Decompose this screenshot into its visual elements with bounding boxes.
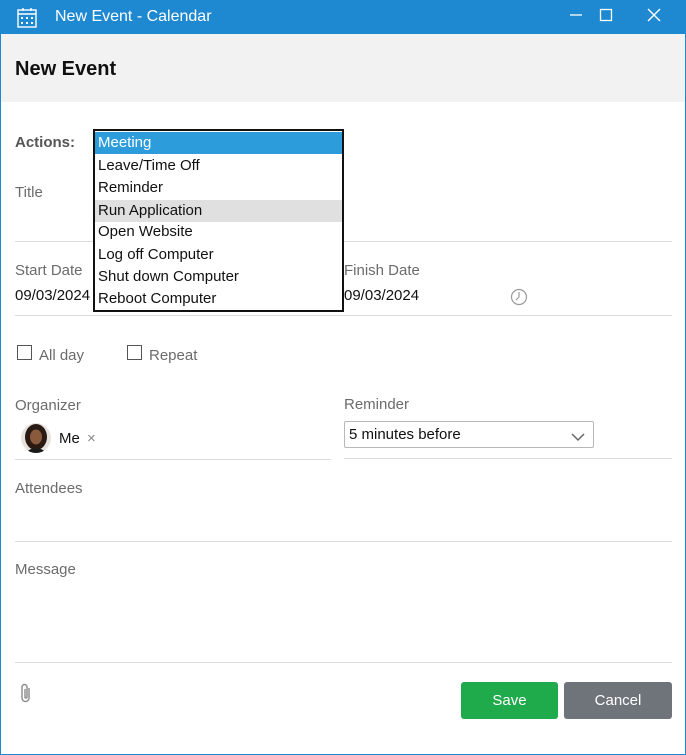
maximize-icon — [599, 8, 613, 27]
action-option-log-off[interactable]: Log off Computer — [95, 244, 342, 266]
action-option-reboot[interactable]: Reboot Computer — [95, 288, 342, 310]
page-title: New Event — [15, 58, 117, 80]
organizer-label: Organizer — [15, 397, 81, 414]
organizer-name: Me — [59, 430, 80, 447]
action-option-run-application[interactable]: Run Application — [95, 200, 342, 222]
actions-dropdown-list[interactable]: Meeting Leave/Time Off Reminder Run Appl… — [93, 129, 344, 312]
cancel-button[interactable]: Cancel — [564, 682, 672, 719]
close-button[interactable] — [632, 1, 676, 34]
chevron-down-icon — [571, 429, 585, 447]
message-underline[interactable] — [15, 662, 672, 663]
reminder-label: Reminder — [344, 396, 410, 413]
new-event-window: New Event - Calendar New Event Actions: … — [0, 0, 686, 755]
paperclip-icon[interactable] — [19, 682, 33, 709]
reminder-underline — [344, 458, 672, 459]
title-label: Title — [15, 184, 43, 201]
save-button[interactable]: Save — [461, 682, 558, 719]
start-date-value[interactable]: 09/03/2024 — [15, 287, 90, 304]
finish-date-value[interactable]: 09/03/2024 — [344, 287, 419, 304]
reminder-select[interactable]: 5 minutes before — [344, 421, 594, 448]
organizer-underline — [15, 459, 331, 460]
action-option-reminder[interactable]: Reminder — [95, 177, 342, 199]
avatar — [21, 423, 51, 453]
repeat-checkbox[interactable] — [127, 345, 142, 360]
finish-date-label: Finish Date — [344, 262, 420, 279]
dates-divider — [15, 315, 672, 316]
action-option-shut-down[interactable]: Shut down Computer — [95, 266, 342, 288]
minimize-icon — [569, 8, 583, 27]
close-icon — [647, 8, 661, 27]
actions-label: Actions: — [15, 134, 75, 151]
reminder-value: 5 minutes before — [349, 426, 461, 443]
action-option-leave[interactable]: Leave/Time Off — [95, 155, 342, 177]
attendees-label: Attendees — [15, 480, 83, 497]
remove-organizer-button[interactable]: × — [87, 430, 96, 447]
start-date-label: Start Date — [15, 262, 83, 279]
attendees-underline[interactable] — [15, 541, 672, 542]
window-title: New Event - Calendar — [55, 8, 212, 25]
action-option-open-website[interactable]: Open Website — [95, 221, 342, 243]
maximize-button[interactable] — [584, 1, 628, 34]
header: New Event — [1, 34, 685, 102]
all-day-label: All day — [39, 347, 85, 364]
repeat-label: Repeat — [149, 347, 198, 364]
clock-icon[interactable] — [510, 288, 528, 311]
all-day-checkbox[interactable] — [17, 345, 32, 360]
title-bar: New Event - Calendar — [1, 1, 685, 34]
action-option-meeting[interactable]: Meeting — [95, 132, 342, 154]
message-label: Message — [15, 561, 76, 578]
calendar-icon — [16, 7, 38, 29]
